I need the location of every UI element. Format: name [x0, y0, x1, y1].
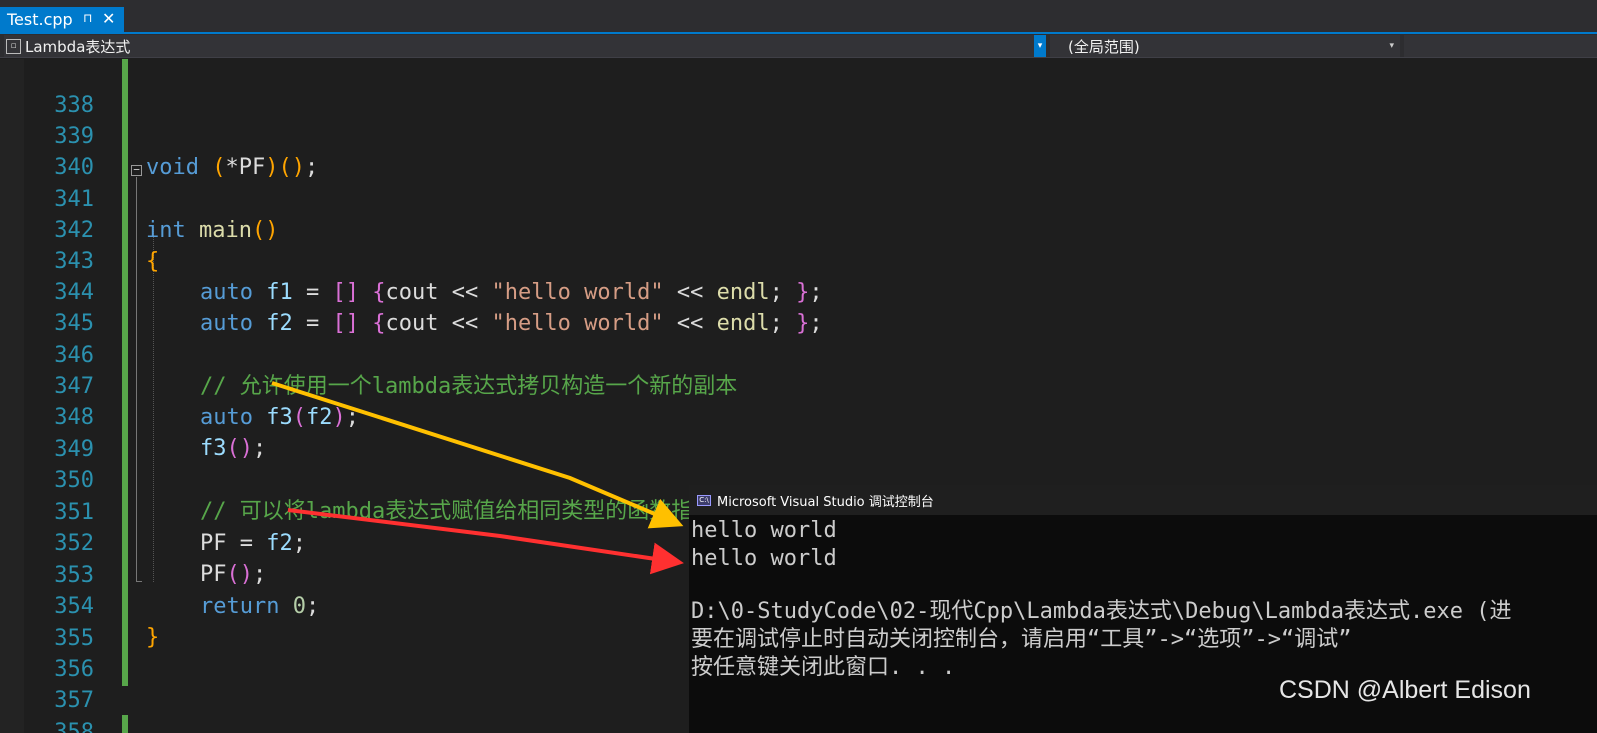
code-line: 346 // 允许使用一个lambda表达式拷贝构造一个新的副本 — [0, 309, 1597, 399]
project-dropdown[interactable]: ▫ Lambda表达式 — [4, 35, 1034, 57]
code-line: 339 void (*PF)(); — [0, 90, 1597, 180]
console-title-bar[interactable]: C:\ Microsoft Visual Studio 调试控制台 — [689, 485, 1597, 515]
code-line: 345 — [0, 277, 1597, 336]
project-icon: ▫ — [6, 38, 21, 54]
watermark: CSDN @Albert Edison — [1279, 676, 1531, 704]
tab-test-cpp[interactable]: Test.cpp ⊓ ✕ — [0, 7, 124, 32]
console-output-line: 按任意键关闭此窗口. . . — [691, 655, 956, 680]
scope-label: (全局范围) — [1068, 37, 1140, 56]
console-title: Microsoft Visual Studio 调试控制台 — [717, 494, 934, 510]
member-dropdown[interactable] — [1404, 35, 1597, 57]
console-output-line: hello world — [691, 518, 837, 543]
console-output-line: hello world — [691, 546, 837, 571]
line-number: 358 — [54, 720, 94, 733]
code-line: 349 — [0, 403, 1597, 462]
project-dropdown-arrow-icon[interactable]: ▾ — [1034, 35, 1046, 57]
document-tab-strip: Test.cpp ⊓ ✕ — [0, 0, 1597, 32]
change-tracking-bar — [122, 715, 128, 733]
tab-filename: Test.cpp — [7, 10, 73, 29]
scope-dropdown[interactable]: (全局范围) ▾ — [1050, 35, 1400, 57]
close-icon[interactable]: ✕ — [102, 9, 115, 28]
console-output-line: D:\0-StudyCode\02-现代Cpp\Lambda表达式\Debug\… — [691, 599, 1512, 624]
code-line: 343 auto f1 = [] {cout << "hello world" … — [0, 215, 1597, 305]
code-line: 348 f3(); — [0, 371, 1597, 461]
navigation-bar: ▫ Lambda表达式 ▾ (全局范围) ▾ — [0, 34, 1597, 58]
code-line: 338 — [0, 59, 1597, 118]
code-line: 350 // 可以将lambda表达式赋值给相同类型的函数指针 — [0, 434, 1597, 524]
project-label: Lambda表达式 — [25, 37, 131, 56]
code-line: 347 auto f3(f2); — [0, 340, 1597, 430]
code-line: 342 { — [0, 184, 1597, 274]
code-line: 340 — [0, 121, 1597, 180]
console-output-line: 要在调试停止时自动关闭控制台，请启用“工具”->“选项”->“调试” — [691, 627, 1352, 652]
code-line: 344 auto f2 = [] {cout << "hello world" … — [0, 246, 1597, 336]
code-line: 341 int main() — [0, 153, 1597, 243]
pin-icon[interactable]: ⊓ — [83, 11, 92, 25]
chevron-down-icon: ▾ — [1389, 41, 1394, 51]
console-app-icon: C:\ — [697, 494, 711, 506]
